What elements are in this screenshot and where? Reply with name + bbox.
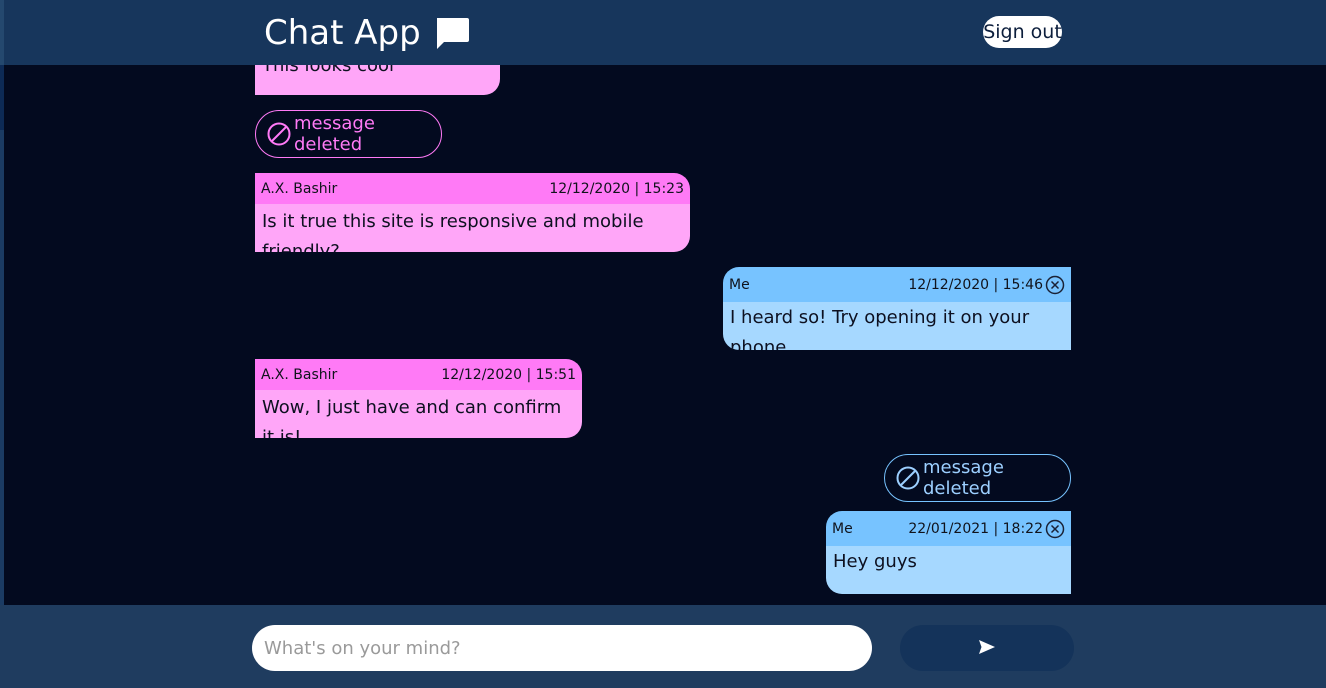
delete-message-icon[interactable] — [1045, 519, 1065, 539]
app-title: Chat App — [264, 11, 471, 55]
message-bubble: Me 22/01/2021 | 18:22 Hey guys — [826, 511, 1071, 594]
send-icon — [978, 639, 996, 658]
send-button[interactable] — [900, 625, 1074, 671]
composer-bar — [0, 605, 1326, 688]
sign-out-button[interactable]: Sign out — [983, 16, 1062, 48]
ban-icon — [895, 465, 921, 491]
message-list[interactable]: This looks cool message deleted A.X. Bas… — [0, 65, 1326, 605]
message-author: Me — [832, 520, 853, 537]
message-timestamp: 12/12/2020 | 15:46 — [908, 276, 1043, 293]
message-text: Hey guys — [833, 551, 917, 572]
app-title-text: Chat App — [264, 13, 421, 53]
message-timestamp: 22/01/2021 | 18:22 — [908, 520, 1043, 537]
deleted-message-placeholder: message deleted — [884, 454, 1071, 502]
message-author: A.X. Bashir — [261, 180, 338, 197]
message-bubble: Me 12/12/2020 | 15:46 I heard so! Try op… — [723, 267, 1071, 350]
message-bubble: A.X. Bashir 12/12/2020 | 15:51 Wow, I ju… — [255, 359, 582, 438]
chat-bubble-icon — [433, 15, 471, 53]
message-timestamp: 12/12/2020 | 15:23 — [549, 180, 684, 197]
message-author: Me — [729, 276, 750, 293]
message-timestamp: 12/12/2020 | 15:51 — [441, 366, 576, 383]
message-author: A.X. Bashir — [261, 366, 338, 383]
message-bubble: A.X. Bashir 12/12/2020 | 15:23 Is it tru… — [255, 173, 690, 252]
message-text: I heard so! Try opening it on your phone — [730, 307, 1030, 350]
app-header: Chat App Sign out — [0, 0, 1326, 65]
message-text: This looks cool — [262, 65, 394, 76]
delete-message-icon[interactable] — [1045, 275, 1065, 295]
deleted-label: message deleted — [923, 457, 1004, 499]
deleted-label: message deleted — [294, 113, 375, 155]
message-text: Is it true this site is responsive and m… — [262, 211, 644, 252]
ban-icon — [266, 121, 292, 147]
message-bubble: This looks cool — [255, 65, 500, 95]
message-text: Wow, I just have and can confirm it is! — [262, 397, 562, 438]
deleted-message-placeholder: message deleted — [255, 110, 442, 158]
message-input[interactable] — [252, 625, 872, 671]
